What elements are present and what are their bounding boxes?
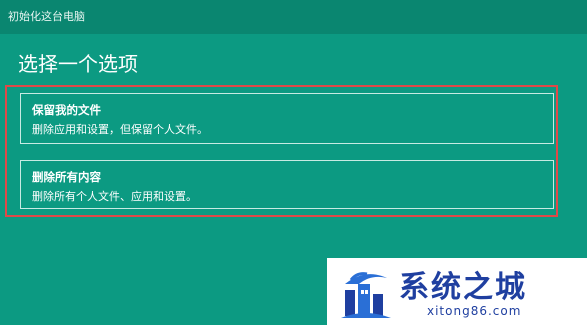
option-title: 保留我的文件 xyxy=(32,103,101,117)
option-title: 删除所有内容 xyxy=(32,170,101,184)
page-heading: 选择一个选项 xyxy=(18,52,138,76)
watermark-name: 系统之城 xyxy=(399,270,527,305)
option-description: 删除所有个人文件、应用和设置。 xyxy=(32,190,197,203)
remove-everything-option[interactable]: 删除所有内容 删除所有个人文件、应用和设置。 xyxy=(20,160,554,209)
watermark-url: xitong86.com xyxy=(427,304,522,318)
keep-my-files-option[interactable]: 保留我的文件 删除应用和设置，但保留个人文件。 xyxy=(20,93,554,144)
castle-logo-icon xyxy=(341,272,391,318)
watermark: 系统之城 xitong86.com xyxy=(327,258,587,325)
option-description: 删除应用和设置，但保留个人文件。 xyxy=(32,123,208,136)
title-bar: 初始化这台电脑 xyxy=(0,0,587,34)
window-title: 初始化这台电脑 xyxy=(8,10,85,23)
